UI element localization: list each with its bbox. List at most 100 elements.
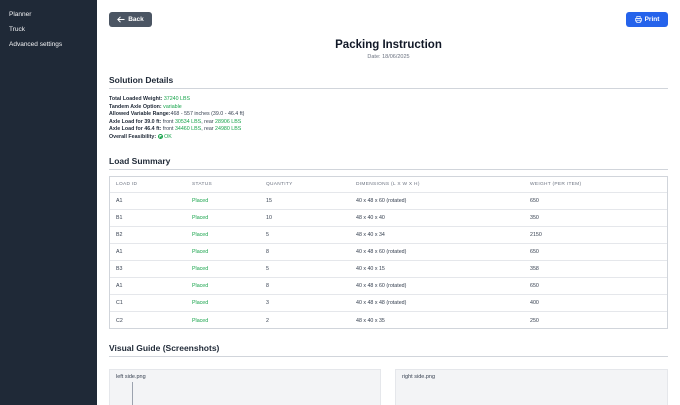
divider (109, 169, 668, 170)
sidebar-item-planner[interactable]: Planner (0, 7, 97, 22)
cell-weight: 650 (530, 198, 539, 204)
screenshot-left-side: left side.png (109, 369, 381, 405)
visual-guide-heading: Visual Guide (Screenshots) (109, 343, 220, 353)
axle-load-46-rear-value: 24980 LBS (215, 126, 242, 133)
axle-load-39-rear-label: , rear (201, 118, 214, 125)
table-row: A1 Placed 15 40 x 48 x 60 (rotated) 650 (110, 193, 667, 210)
arrow-left-icon (117, 16, 125, 23)
screenshot-left-content (132, 382, 133, 405)
solution-details: Total Loaded Weight: 37240 LBS Tandem Ax… (109, 96, 509, 142)
cell-load-id: C1 (116, 300, 123, 306)
cell-load-id: C2 (116, 317, 123, 324)
divider (109, 356, 668, 357)
cell-load-id: A1 (116, 198, 123, 204)
cell-weight: 650 (530, 249, 539, 255)
tandem-axle-line: Tandem Axle Option: variable (109, 104, 509, 112)
cell-load-id: B3 (116, 266, 123, 272)
printer-icon (634, 16, 642, 23)
cell-quantity: 8 (266, 283, 269, 289)
main-content: Back Print Packing Instruction Date: 18/… (97, 0, 680, 405)
axle-load-46-front-label: front (162, 126, 174, 133)
cell-weight: 650 (530, 283, 539, 289)
axle-load-39-front-value: 30534 LBS (174, 118, 202, 125)
column-header-status: STATUS (192, 182, 213, 187)
screenshot-left-label: left side.png (116, 374, 146, 380)
cell-status: Placed (192, 300, 209, 306)
total-weight-label: Total Loaded Weight: (109, 96, 163, 102)
divider (109, 88, 668, 89)
cell-weight: 2150 (530, 232, 542, 238)
column-header-quantity: QUANTITY (266, 182, 293, 187)
axle-load-46-front-value: 34460 LBS (174, 126, 202, 133)
cell-dimensions: 40 x 48 x 48 (rotated) (356, 300, 407, 306)
feasibility-value: OK (164, 134, 172, 141)
cell-status: Placed (192, 283, 209, 289)
variable-range-value: 468 - 557 inches (39.0 - 46.4 ft) (170, 111, 245, 118)
check-circle-icon (157, 133, 163, 139)
column-header-weight: WEIGHT (PER ITEM) (530, 182, 582, 187)
cell-dimensions: 40 x 40 x 15 (356, 266, 385, 272)
cell-status: Placed (192, 215, 209, 221)
cell-weight: 400 (530, 300, 539, 306)
sidebar-item-advanced-settings[interactable]: Advanced settings (0, 37, 97, 52)
column-header-load-id: LOAD ID (116, 182, 138, 187)
date-value: 18/06/2025 (382, 54, 410, 60)
axle-load-46-line: Axle Load for 46.4 ft: front 34460 LBS, … (109, 126, 509, 134)
page-date: Date: 18/06/2025 (97, 54, 680, 60)
axle-load-46-label: Axle Load for 46.4 ft: (109, 126, 162, 133)
cell-load-id: A1 (116, 249, 123, 255)
cell-load-id: B2 (116, 232, 123, 238)
table-row: A1 Placed 8 40 x 48 x 60 (rotated) 650 (110, 244, 667, 261)
axle-load-39-rear-value: 28906 LBS (215, 118, 242, 125)
table-row: C1 Placed 3 40 x 48 x 48 (rotated) 400 (110, 295, 667, 312)
column-header-dimensions: DIMENSIONS (L X W X H) (356, 182, 420, 187)
cell-dimensions: 40 x 48 x 60 (rotated) (356, 198, 407, 204)
load-summary-table: LOAD ID STATUS QUANTITY DIMENSIONS (L X … (109, 176, 668, 329)
total-weight-value: 37240 LBS (163, 96, 191, 102)
table-row: B1 Placed 10 48 x 40 x 40 350 (110, 210, 667, 227)
screenshot-right-label: right side.png (402, 374, 436, 380)
print-button[interactable]: Print (626, 12, 668, 27)
cell-weight: 350 (530, 215, 539, 221)
cell-weight: 358 (530, 266, 539, 272)
back-button[interactable]: Back (109, 12, 152, 27)
cell-dimensions: 48 x 40 x 35 (356, 317, 385, 324)
back-button-label: Back (128, 16, 144, 23)
cell-quantity: 3 (266, 300, 269, 306)
tandem-axle-label: Tandem Axle Option: (109, 103, 162, 110)
load-summary-heading: Load Summary (109, 156, 171, 166)
cell-quantity: 10 (266, 215, 272, 221)
cell-load-id: A1 (116, 283, 123, 289)
axle-load-39-line: Axle Load for 39.0 ft: front 30534 LBS, … (109, 119, 509, 127)
cell-quantity: 2 (266, 317, 269, 324)
print-button-label: Print (644, 16, 660, 23)
feasibility-label: Overall Feasibility: (109, 134, 157, 141)
table-row: B3 Placed 5 40 x 40 x 15 358 (110, 261, 667, 278)
date-label: Date: (367, 54, 381, 60)
cell-dimensions: 40 x 48 x 60 (rotated) (356, 249, 407, 255)
total-weight-line: Total Loaded Weight: 37240 LBS (109, 96, 509, 104)
table-header-row: LOAD ID STATUS QUANTITY DIMENSIONS (L X … (110, 177, 667, 193)
page-title: Packing Instruction (335, 39, 442, 51)
cell-status: Placed (192, 317, 209, 324)
cell-dimensions: 48 x 40 x 34 (356, 232, 385, 238)
cell-status: Placed (192, 198, 209, 204)
feasibility-line: Overall Feasibility: OK (109, 133, 509, 142)
cell-quantity: 5 (266, 266, 269, 272)
cell-weight: 250 (530, 317, 539, 324)
cell-status: Placed (192, 249, 209, 255)
sidebar: Planner Truck Advanced settings (0, 0, 97, 405)
cell-status: Placed (192, 232, 209, 238)
table-row: C2 Placed 2 48 x 40 x 35 250 (110, 312, 667, 329)
variable-range-line: Allowed Variable Range:468 - 557 inches … (109, 111, 509, 119)
axle-load-46-rear-label: , rear (201, 126, 214, 133)
axle-load-39-label: Axle Load for 39.0 ft: (109, 118, 162, 125)
cell-dimensions: 48 x 40 x 40 (356, 215, 385, 221)
screenshot-right-side: right side.png (395, 369, 668, 405)
axle-load-39-front-label: front (162, 118, 174, 125)
sidebar-item-truck[interactable]: Truck (0, 22, 97, 37)
solution-details-heading: Solution Details (109, 75, 174, 85)
tandem-axle-value: variable (163, 103, 182, 110)
cell-quantity: 15 (266, 198, 272, 204)
cell-quantity: 5 (266, 232, 269, 238)
